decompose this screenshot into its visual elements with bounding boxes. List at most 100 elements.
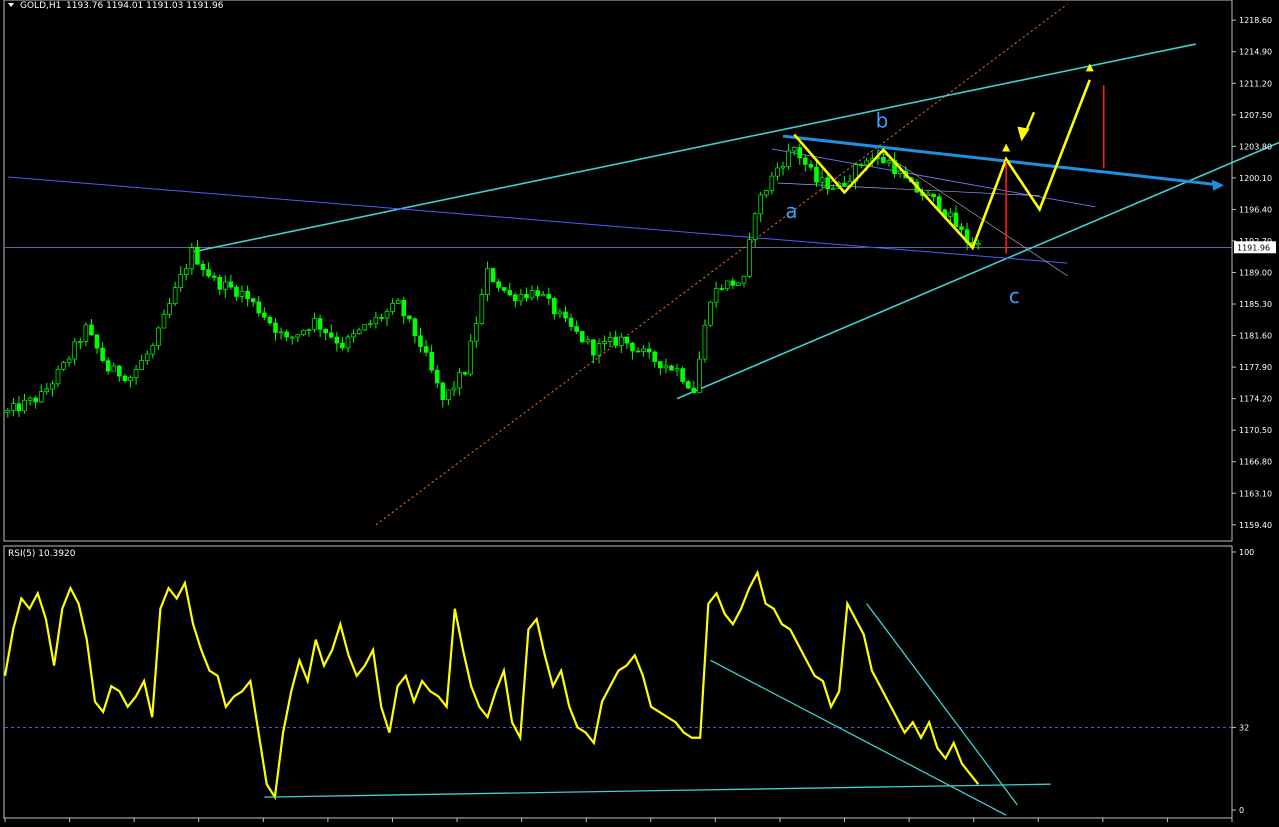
candle-body	[485, 268, 490, 296]
candle-body	[317, 318, 323, 330]
orange-trend-line	[375, 3, 1068, 526]
candle-body	[289, 336, 295, 339]
candle-body	[22, 399, 27, 412]
candle-body	[267, 316, 273, 324]
candle-body	[77, 341, 83, 343]
rsi-lower-trendline	[710, 659, 1007, 816]
candle-body	[658, 361, 663, 369]
candle-body	[457, 372, 462, 389]
candle-body	[652, 351, 658, 362]
candle-body	[356, 329, 362, 335]
candle-body	[830, 187, 836, 190]
candle-body	[407, 315, 412, 320]
candle-body	[758, 194, 764, 215]
candle-body	[94, 334, 100, 349]
price-tick-label: 1170.50	[1239, 426, 1272, 435]
candle-body	[473, 323, 479, 342]
candle-body	[685, 381, 691, 389]
candle-body	[395, 299, 401, 304]
rsi-tick-label: 32	[1239, 723, 1249, 732]
candle-body	[607, 336, 613, 342]
candle-body	[585, 339, 591, 343]
price-tick-label: 1174.20	[1239, 395, 1272, 404]
price-axis: 1218.60 1214.90 1211.20 1207.50 1203.80 1200.…	[4, 16, 1276, 822]
rsi-tick-label: 100	[1239, 548, 1254, 557]
rsi-line	[3, 569, 980, 801]
candle-body	[557, 311, 563, 315]
candle-body	[763, 190, 769, 196]
candle-body	[33, 397, 38, 403]
rsi-support-line	[264, 783, 1051, 798]
candle-body	[680, 368, 685, 382]
price-tick-label: 1211.20	[1239, 79, 1272, 88]
candle-body	[250, 298, 256, 303]
candle-body	[713, 288, 719, 303]
blue-descending-line	[7, 176, 1068, 264]
candle-body	[624, 336, 630, 344]
ohlc-readout: 1193.76 1194.01 1191.03 1191.96	[66, 1, 224, 11]
wave-projection-path	[793, 79, 1091, 251]
rsi-pane-border	[3, 545, 1233, 819]
wave-label-b: b	[876, 109, 889, 133]
candle-body	[418, 335, 423, 347]
candle-body	[245, 290, 250, 299]
price-tick-label: 1166.80	[1239, 458, 1272, 467]
candle-body	[747, 239, 752, 277]
candle-body	[959, 226, 964, 230]
candle-body	[579, 331, 585, 343]
candle-body	[524, 293, 529, 299]
diagonal-guide-line	[877, 149, 1068, 277]
candle-body	[66, 358, 72, 363]
candle-body	[228, 281, 234, 288]
candle-body	[825, 177, 830, 190]
candle-body	[613, 336, 619, 346]
candle-body	[803, 157, 808, 165]
candle-body	[468, 340, 474, 375]
candle-body	[808, 164, 814, 168]
candle-body	[278, 331, 284, 334]
candle-body	[401, 299, 407, 317]
candle-body	[691, 387, 697, 394]
candle-body	[786, 150, 791, 167]
candle-body	[362, 324, 368, 331]
candle-body	[295, 334, 301, 338]
candle-body	[546, 294, 552, 299]
candle-body	[379, 317, 384, 319]
candle-body	[167, 303, 172, 315]
price-chart-svg[interactable]: abc 1218.601214.901211.201207.501203.801…	[0, 0, 1279, 823]
candle-body	[412, 318, 418, 337]
wave-label-a: a	[785, 199, 797, 223]
candle-body	[284, 331, 289, 338]
candle-body	[814, 166, 819, 183]
candle-body	[953, 212, 959, 228]
candle-body	[105, 360, 111, 372]
wave-drawings: a b c	[782, 63, 1225, 308]
candle-body	[513, 294, 518, 302]
candle-body	[596, 343, 602, 356]
candle-body	[5, 410, 11, 413]
candle-body	[306, 329, 312, 331]
candle-body	[552, 297, 557, 315]
candle-body	[345, 336, 351, 349]
candle-body	[211, 275, 217, 278]
candle-body	[328, 332, 334, 338]
candle-body	[501, 287, 507, 291]
candle-body	[128, 377, 133, 382]
candle-body	[574, 326, 579, 332]
chart-window: abc 1218.60 1214.90 1211.20 1207.50 1203.80 1…	[0, 0, 1279, 823]
candle-body	[429, 351, 434, 371]
candle-body	[931, 193, 936, 198]
candle-body	[234, 286, 239, 297]
candle-body	[496, 281, 501, 288]
rsi-title: RSI(5) 10.3920	[8, 549, 76, 559]
price-tick-label: 1207.50	[1239, 111, 1272, 120]
candle-body	[133, 369, 139, 378]
chart-frame	[3, 0, 1233, 819]
price-tick-label: 1203.80	[1239, 142, 1272, 151]
upper-channel-line	[191, 43, 1196, 253]
candle-body	[44, 388, 50, 393]
candle-body	[334, 336, 340, 344]
chart-menu-icon[interactable]	[8, 3, 14, 7]
candle-body	[724, 280, 730, 290]
candle-body	[462, 372, 468, 375]
